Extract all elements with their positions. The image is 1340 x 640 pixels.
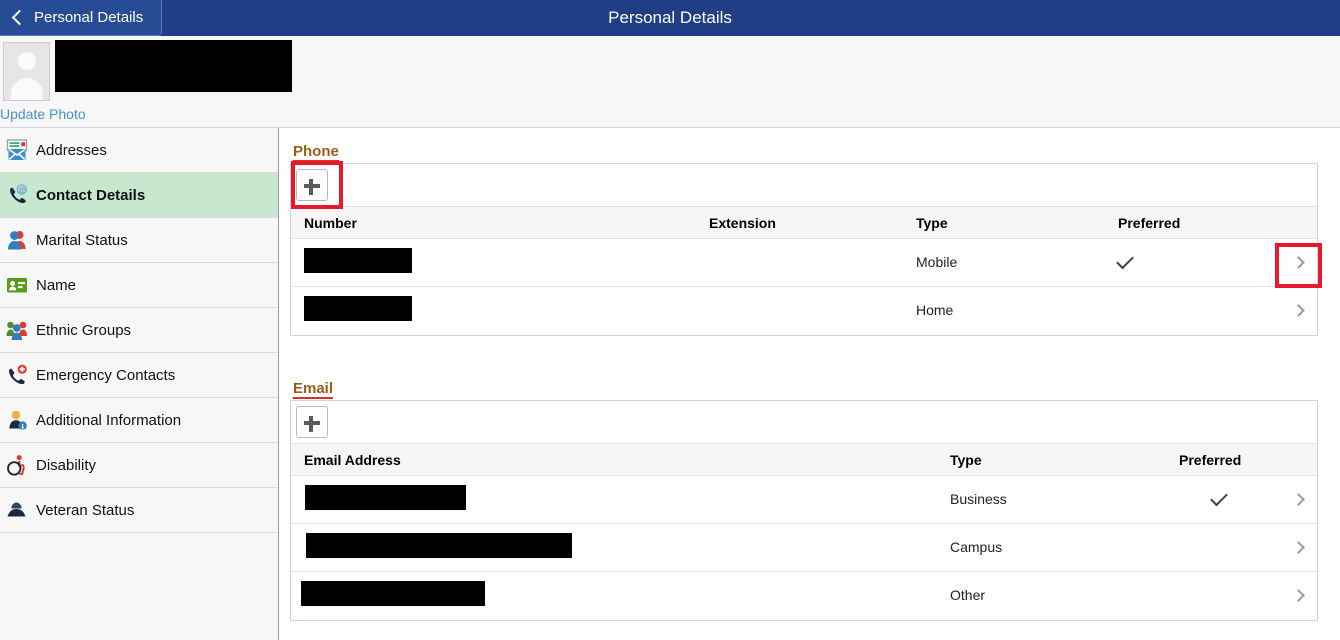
sidebar-item-label: Addresses — [36, 141, 107, 159]
chevron-right-icon[interactable] — [1292, 493, 1305, 506]
phone-number-redacted — [304, 248, 412, 273]
email-section-label: Email — [293, 380, 334, 399]
table-row[interactable]: Business — [291, 476, 1317, 524]
back-button-label: Personal Details — [34, 9, 144, 26]
sidebar-item-addresses[interactable]: Addresses — [0, 128, 278, 173]
addresses-icon — [4, 136, 32, 164]
table-row[interactable]: Campus — [291, 524, 1317, 572]
marital-status-icon — [4, 226, 32, 254]
veteran-status-icon — [4, 496, 32, 524]
email-address-redacted — [306, 533, 572, 558]
table-row[interactable]: Mobile — [291, 239, 1317, 287]
sidebar-item-label: Ethnic Groups — [36, 321, 132, 339]
employee-name-redacted — [55, 40, 292, 92]
chevron-right-icon[interactable] — [1292, 589, 1305, 602]
preferred-check-icon — [1210, 488, 1228, 507]
phone-add-button[interactable] — [296, 169, 328, 201]
sidebar[interactable]: Addresses @ Contact Details Marital Stat… — [0, 128, 279, 640]
phone-col-type: Type — [916, 215, 948, 231]
phone-type: Home — [916, 302, 954, 318]
chevron-right-icon[interactable] — [1292, 256, 1305, 269]
sidebar-item-contact-details[interactable]: @ Contact Details — [0, 173, 278, 218]
email-col-type: Type — [950, 452, 982, 468]
email-type: Other — [950, 587, 986, 603]
email-grid-header: Email Address Type Preferred — [291, 444, 1317, 476]
phone-col-number: Number — [304, 215, 357, 231]
email-addbar — [291, 401, 1317, 444]
chevron-left-icon — [11, 9, 28, 26]
sidebar-item-label: Marital Status — [36, 231, 128, 249]
table-row[interactable]: Home — [291, 287, 1317, 335]
sidebar-item-additional-information[interactable]: Additional Information — [0, 398, 278, 443]
additional-information-icon — [4, 406, 32, 434]
phone-addbar — [291, 164, 1317, 207]
emergency-contacts-icon — [4, 361, 32, 389]
avatar[interactable] — [3, 42, 50, 101]
email-col-preferred: Preferred — [1179, 452, 1242, 468]
name-badge-icon — [4, 271, 32, 299]
email-panel: Email Address Type Preferred Business Ca… — [290, 400, 1318, 621]
page-title: Personal Details — [608, 8, 732, 27]
sidebar-item-emergency-contacts[interactable]: Emergency Contacts — [0, 353, 278, 398]
update-photo-link[interactable]: Update Photo — [0, 106, 86, 122]
sidebar-item-marital-status[interactable]: Marital Status — [0, 218, 278, 263]
email-add-button[interactable] — [296, 406, 328, 438]
email-type: Campus — [950, 539, 1003, 555]
phone-col-extension: Extension — [709, 215, 776, 231]
disability-icon — [4, 451, 32, 479]
email-type: Business — [950, 491, 1007, 507]
ethnic-groups-icon — [4, 316, 32, 344]
sidebar-item-label: Additional Information — [36, 411, 182, 429]
sidebar-item-label: Disability — [36, 456, 97, 474]
sidebar-item-ethnic-groups[interactable]: Ethnic Groups — [0, 308, 278, 353]
email-address-redacted — [301, 581, 485, 606]
sidebar-item-label: Contact Details — [36, 186, 146, 204]
sidebar-item-label: Name — [36, 276, 77, 294]
chevron-right-icon[interactable] — [1292, 541, 1305, 554]
sidebar-empty-area — [0, 533, 278, 638]
top-navigation-bar: Personal Details Personal Details — [0, 0, 1340, 36]
phone-panel: Number Extension Type Preferred Mobile H… — [290, 163, 1318, 336]
sidebar-item-label: Veteran Status — [36, 501, 135, 519]
sidebar-item-name[interactable]: Name — [0, 263, 278, 308]
sidebar-item-disability[interactable]: Disability — [0, 443, 278, 488]
sidebar-item-veteran-status[interactable]: Veteran Status — [0, 488, 278, 533]
contact-details-content: Phone Number Extension Type Preferred Mo… — [280, 128, 1340, 640]
phone-type: Mobile — [916, 254, 958, 270]
phone-grid-header: Number Extension Type Preferred — [291, 207, 1317, 239]
person-header: Update Photo — [0, 36, 1340, 128]
back-button[interactable]: Personal Details — [0, 0, 163, 36]
phone-col-preferred: Preferred — [1118, 215, 1181, 231]
contact-details-icon: @ — [4, 181, 32, 209]
phone-section-label: Phone — [293, 143, 339, 162]
preferred-check-icon — [1116, 251, 1134, 270]
sidebar-item-label: Emergency Contacts — [36, 366, 176, 384]
phone-number-redacted — [304, 296, 412, 321]
email-address-redacted — [305, 485, 466, 510]
chevron-right-icon[interactable] — [1292, 304, 1305, 317]
table-row[interactable]: Other — [291, 572, 1317, 620]
svg-text:@: @ — [18, 187, 25, 194]
email-col-address: Email Address — [304, 452, 401, 468]
